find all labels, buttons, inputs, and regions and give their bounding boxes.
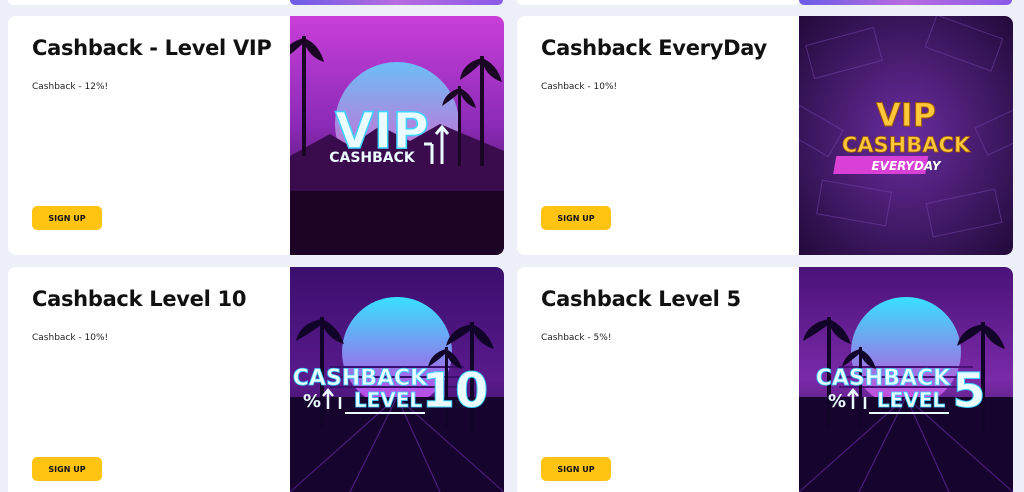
card-description: Cashback - 12%! xyxy=(32,82,109,92)
promo-image-everyday[interactable]: VIP CASHBACK EVERYDAY xyxy=(799,16,1013,255)
sign-up-button[interactable]: SIGN UP xyxy=(541,457,611,481)
card-description: Cashback - 10%! xyxy=(541,82,618,92)
promo-card-vip: Cashback - Level VIP Cashback - 12%! SIG… xyxy=(8,16,504,255)
art-text-cashback: CASHBACK xyxy=(842,133,971,157)
art-text-cashback: CASHBACK xyxy=(329,150,416,166)
sign-up-button[interactable]: SIGN UP xyxy=(32,457,102,481)
promo-card-everyday: Cashback EveryDay Cashback - 10%! SIGN U… xyxy=(517,16,1013,255)
promo-image-level-10[interactable]: CASHBACK % LEVEL 10 xyxy=(290,267,504,492)
previous-card-bottom xyxy=(517,0,799,5)
art-text-level: LEVEL xyxy=(354,388,423,412)
art-text-percent: % xyxy=(828,391,846,412)
art-text-level: LEVEL xyxy=(877,388,946,412)
card-title: Cashback EveryDay xyxy=(541,36,767,60)
sign-up-button[interactable]: SIGN UP xyxy=(32,206,102,230)
card-title: Cashback - Level VIP xyxy=(32,36,272,60)
art-text-vip: VIP xyxy=(876,96,936,134)
art-text-level-number: 5 xyxy=(952,363,985,419)
promo-image-vip[interactable]: VIP CASHBACK xyxy=(290,16,504,255)
art-text-everyday: EVERYDAY xyxy=(871,159,941,173)
card-title: Cashback Level 10 xyxy=(32,287,247,311)
previous-card-image-bottom xyxy=(799,0,1012,5)
sign-up-button[interactable]: SIGN UP xyxy=(541,206,611,230)
art-text-percent: % xyxy=(303,391,321,412)
previous-card-bottom xyxy=(8,0,290,5)
previous-card-image-bottom xyxy=(290,0,503,5)
promo-card-level-5: Cashback Level 5 Cashback - 5%! SIGN UP xyxy=(517,267,1013,492)
promo-image-level-5[interactable]: CASHBACK % LEVEL 5 xyxy=(799,267,1013,492)
card-description: Cashback - 10%! xyxy=(32,333,109,343)
promo-card-level-10: Cashback Level 10 Cashback - 10%! SIGN U… xyxy=(8,267,504,492)
card-description: Cashback - 5%! xyxy=(541,333,612,343)
card-title: Cashback Level 5 xyxy=(541,287,741,311)
art-text-level-number: 10 xyxy=(422,363,489,419)
